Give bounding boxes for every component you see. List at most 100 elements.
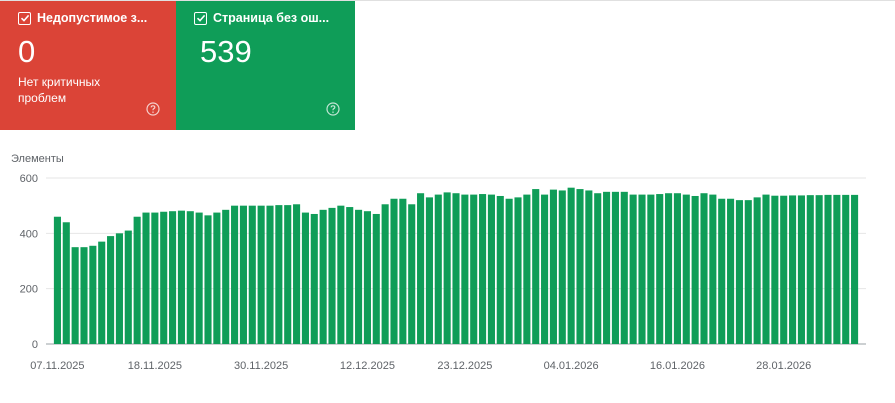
bar[interactable] — [594, 193, 602, 344]
bar[interactable] — [541, 194, 549, 344]
bar[interactable] — [381, 204, 389, 344]
bar[interactable] — [762, 194, 770, 344]
bar[interactable] — [408, 204, 416, 344]
bar[interactable] — [647, 194, 655, 344]
bar[interactable] — [266, 205, 274, 344]
bar[interactable] — [319, 209, 327, 344]
bar[interactable] — [558, 190, 566, 344]
bar[interactable] — [753, 197, 761, 344]
bar[interactable] — [744, 200, 752, 344]
bar[interactable] — [479, 194, 487, 344]
y-tick-label: 600 — [20, 173, 38, 185]
bar[interactable] — [665, 193, 673, 344]
bar[interactable] — [124, 230, 132, 344]
bar[interactable] — [567, 187, 575, 344]
bar[interactable] — [425, 197, 433, 344]
bar[interactable] — [328, 207, 336, 344]
bar[interactable] — [487, 194, 495, 344]
bar[interactable] — [470, 194, 478, 344]
bar[interactable] — [824, 194, 832, 344]
bar[interactable] — [142, 212, 150, 344]
x-tick-label: 07.11.2025 — [30, 360, 84, 372]
bar[interactable] — [275, 205, 283, 344]
bar[interactable] — [80, 247, 88, 344]
bar[interactable] — [620, 191, 628, 344]
y-tick-label: 400 — [20, 228, 38, 240]
bar[interactable] — [735, 200, 743, 344]
bar[interactable] — [523, 194, 531, 344]
bar[interactable] — [284, 205, 292, 344]
x-tick-label: 23.12.2025 — [437, 360, 492, 372]
bar[interactable] — [89, 245, 97, 344]
bar[interactable] — [851, 194, 859, 344]
bar[interactable] — [310, 213, 318, 344]
bar[interactable] — [115, 233, 123, 344]
bar[interactable] — [195, 212, 203, 344]
bar[interactable] — [337, 205, 345, 344]
bar[interactable] — [169, 211, 177, 344]
bar[interactable] — [585, 190, 593, 344]
bar[interactable] — [709, 194, 717, 344]
bar[interactable] — [797, 195, 805, 344]
bar[interactable] — [160, 211, 168, 344]
bar[interactable] — [514, 197, 522, 344]
bar[interactable] — [248, 205, 256, 344]
bar[interactable] — [815, 195, 823, 344]
bar[interactable] — [700, 193, 708, 344]
y-tick-label: 0 — [32, 339, 38, 351]
bar[interactable] — [355, 209, 363, 344]
bar[interactable] — [151, 212, 159, 344]
bar[interactable] — [231, 205, 239, 344]
bar[interactable] — [301, 212, 309, 344]
bar[interactable] — [576, 189, 584, 344]
bar[interactable] — [611, 191, 619, 344]
bar[interactable] — [842, 194, 850, 344]
bar[interactable] — [434, 194, 442, 344]
x-tick-label: 28.01.2026 — [756, 360, 811, 372]
bar[interactable] — [496, 195, 504, 344]
bar[interactable] — [293, 204, 301, 344]
bar[interactable] — [53, 216, 61, 344]
bar[interactable] — [204, 215, 212, 344]
bar[interactable] — [638, 194, 646, 344]
bar[interactable] — [443, 192, 451, 344]
bar[interactable] — [505, 198, 513, 344]
x-tick-label: 12.12.2025 — [340, 360, 395, 372]
bar[interactable] — [771, 195, 779, 344]
bar[interactable] — [673, 193, 681, 344]
bar[interactable] — [372, 213, 380, 344]
bar[interactable] — [682, 194, 690, 344]
bar[interactable] — [213, 212, 221, 344]
bar[interactable] — [363, 211, 371, 344]
bar[interactable] — [417, 193, 425, 344]
bar[interactable] — [833, 194, 841, 344]
bar[interactable] — [532, 189, 540, 344]
bar[interactable] — [133, 216, 141, 344]
y-tick-label: 200 — [20, 284, 38, 296]
bar[interactable] — [656, 194, 664, 344]
bar[interactable] — [222, 209, 230, 344]
bar[interactable] — [186, 211, 194, 344]
bar[interactable] — [390, 198, 398, 344]
bar[interactable] — [399, 198, 407, 344]
bar[interactable] — [806, 195, 814, 344]
bar[interactable] — [107, 236, 115, 344]
bar[interactable] — [718, 198, 726, 344]
bar[interactable] — [257, 205, 265, 344]
bar[interactable] — [62, 222, 70, 344]
bar[interactable] — [727, 198, 735, 344]
bar[interactable] — [629, 194, 637, 344]
bar[interactable] — [549, 189, 557, 344]
bar[interactable] — [346, 207, 354, 344]
bar[interactable] — [789, 195, 797, 344]
bar[interactable] — [452, 193, 460, 344]
bar[interactable] — [98, 241, 106, 344]
bar[interactable] — [603, 191, 611, 344]
bar[interactable] — [461, 194, 469, 344]
bar[interactable] — [780, 195, 788, 344]
bar[interactable] — [71, 247, 79, 344]
bar[interactable] — [239, 205, 247, 344]
x-tick-label: 04.01.2026 — [544, 360, 599, 372]
bar[interactable] — [177, 210, 185, 344]
bar[interactable] — [691, 195, 699, 344]
